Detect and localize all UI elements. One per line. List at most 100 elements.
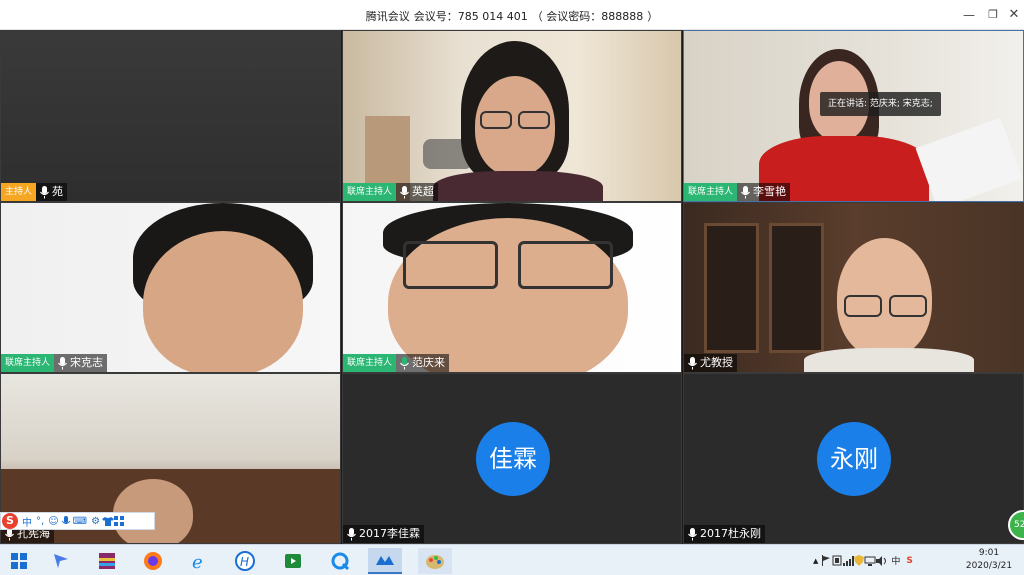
video-tile-9[interactable]: 永刚 2017杜永刚 bbox=[683, 373, 1024, 544]
person-glasses bbox=[844, 295, 882, 317]
speaking-indicator: 正在讲话: 范庆来; 宋克志; bbox=[820, 92, 941, 116]
close-button[interactable]: ✕ bbox=[1005, 6, 1023, 24]
person-glasses bbox=[889, 295, 927, 317]
firefox-icon[interactable] bbox=[140, 548, 166, 574]
cohost-badge: 联席主持人 bbox=[343, 354, 397, 372]
person-glasses bbox=[518, 241, 613, 289]
minimize-button[interactable]: — bbox=[960, 6, 978, 24]
microphone-icon bbox=[688, 357, 697, 370]
skin-shirt-icon[interactable] bbox=[102, 516, 115, 527]
ime-toolbar[interactable]: S 中 °, ☺ ⌨ ⚙ bbox=[0, 512, 155, 530]
meeting-id: 785 014 401 bbox=[457, 10, 528, 23]
flag-icon[interactable] bbox=[821, 555, 831, 566]
participant-avatar: 永刚 bbox=[817, 422, 891, 496]
sogou-tray-icon[interactable]: S bbox=[906, 556, 912, 566]
signal-icon[interactable] bbox=[843, 555, 855, 566]
restore-icon: ❐ bbox=[988, 8, 998, 21]
participant-label: 联席主持人 英超 bbox=[343, 183, 439, 201]
video-app-icon[interactable] bbox=[280, 548, 306, 574]
participant-name: 宋克志 bbox=[70, 356, 104, 369]
name-plate: 苑 bbox=[36, 183, 68, 201]
network-icon[interactable] bbox=[864, 556, 876, 566]
cohost-badge: 联席主持人 bbox=[684, 183, 738, 201]
participant-name: 2017杜永刚 bbox=[700, 527, 761, 540]
participant-name: 苑 bbox=[52, 185, 64, 198]
ie-icon[interactable]: e bbox=[186, 548, 212, 574]
person-glasses bbox=[480, 111, 512, 129]
show-hidden-icons-button[interactable]: ▲ bbox=[813, 557, 818, 565]
shield-icon[interactable] bbox=[854, 555, 865, 566]
sogou-logo-icon[interactable]: S bbox=[2, 513, 18, 529]
person-face bbox=[143, 231, 303, 372]
input-language-button[interactable]: 中 bbox=[891, 554, 900, 567]
video-tile-3[interactable]: 联席主持人 李雪艳 bbox=[683, 30, 1024, 202]
participant-label: 2017李佳霖 bbox=[343, 525, 424, 543]
battery-icon[interactable] bbox=[831, 555, 843, 566]
windows-start-icon[interactable] bbox=[6, 548, 32, 574]
person-body bbox=[433, 171, 603, 201]
feishu-icon[interactable] bbox=[48, 548, 74, 574]
name-plate: 李雪艳 bbox=[737, 183, 791, 201]
punctuation-toggle[interactable]: °, bbox=[36, 516, 44, 527]
video-tile-8[interactable]: 佳霖 2017李佳霖 bbox=[342, 373, 682, 544]
person-body bbox=[804, 348, 974, 372]
microphone-icon bbox=[741, 186, 750, 199]
taskbar-clock[interactable]: 9:01 2020/3/21 bbox=[956, 547, 1022, 573]
meeting-password: 888888 bbox=[601, 10, 644, 23]
participant-label: 尤教授 bbox=[684, 354, 737, 372]
participant-name: 2017李佳霖 bbox=[359, 527, 420, 540]
video-tile-1[interactable]: 主持人 苑 bbox=[0, 30, 341, 202]
svg-text:e: e bbox=[192, 552, 203, 571]
participant-label: 2017杜永刚 bbox=[684, 525, 765, 543]
person-glasses bbox=[403, 241, 498, 289]
video-tile-5[interactable]: 联席主持人 范庆来 bbox=[342, 202, 682, 373]
clock-date: 2020/3/21 bbox=[965, 561, 1013, 571]
paint-icon[interactable] bbox=[418, 548, 452, 574]
meeting-id-label: 会议号： bbox=[413, 10, 458, 23]
name-plate: 英超 bbox=[396, 183, 439, 201]
voice-input-icon[interactable] bbox=[61, 515, 71, 527]
participant-name: 尤教授 bbox=[700, 356, 733, 369]
paper-sheet bbox=[915, 117, 1023, 201]
name-plate: 尤教授 bbox=[684, 354, 737, 372]
video-tile-6[interactable]: 尤教授 bbox=[683, 202, 1024, 373]
microphone-icon bbox=[400, 186, 409, 199]
microphone-icon bbox=[347, 528, 356, 541]
video-tile-2[interactable]: 联席主持人 英超 bbox=[342, 30, 682, 202]
microphone-icon bbox=[40, 186, 49, 199]
restore-button[interactable]: ❐ bbox=[984, 6, 1002, 24]
volume-icon[interactable] bbox=[876, 555, 888, 566]
password-label: （ 会议密码： bbox=[531, 10, 602, 23]
minimize-icon: — bbox=[963, 8, 975, 22]
taskbar: e H ▲ 中 S 9:01 2020/3/21 bbox=[0, 544, 1024, 575]
name-plate: 2017杜永刚 bbox=[684, 525, 765, 543]
emoji-icon[interactable]: ☺ bbox=[48, 516, 58, 527]
h-app-icon[interactable]: H bbox=[232, 548, 258, 574]
tencent-meeting-icon[interactable] bbox=[368, 548, 402, 574]
participant-avatar: 佳霖 bbox=[476, 422, 550, 496]
participant-name: 英超 bbox=[412, 185, 435, 198]
tencent-meeting-window: 腾讯会议 会议号：785 014 401 （ 会议密码：888888） — ❐ ✕ … bbox=[0, 0, 1024, 575]
video-tile-4[interactable]: 联席主持人 宋克志 bbox=[0, 202, 341, 373]
participant-label: 联席主持人 宋克志 bbox=[1, 354, 108, 372]
clock-time: 9:01 bbox=[978, 548, 1000, 558]
q-app-icon[interactable] bbox=[327, 548, 353, 574]
cohost-badge: 联席主持人 bbox=[343, 183, 397, 201]
app-name: 腾讯会议 bbox=[365, 10, 410, 23]
cabinet-glass bbox=[769, 223, 824, 353]
close-icon: ✕ bbox=[1008, 7, 1020, 22]
keyboard-icon[interactable]: ⌨ bbox=[73, 516, 87, 527]
participant-name: 范庆来 bbox=[412, 356, 446, 369]
settings-icon[interactable]: ⚙ bbox=[91, 516, 100, 527]
participant-label: 联席主持人 李雪艳 bbox=[684, 183, 791, 201]
svg-text:H: H bbox=[240, 555, 249, 569]
toolbox-grid-icon[interactable] bbox=[114, 516, 125, 526]
name-plate: 宋克志 bbox=[54, 354, 108, 372]
system-tray: ▲ 中 S bbox=[810, 545, 916, 575]
winrar-icon[interactable] bbox=[94, 548, 120, 574]
cohost-badge: 联席主持人 bbox=[1, 354, 55, 372]
title-bar: 腾讯会议 会议号：785 014 401 （ 会议密码：888888） — ❐ ✕ bbox=[0, 0, 1024, 30]
ime-mode-toggle[interactable]: 中 bbox=[22, 514, 32, 529]
name-plate: 范庆来 bbox=[396, 354, 450, 372]
participant-name: 李雪艳 bbox=[753, 185, 787, 198]
